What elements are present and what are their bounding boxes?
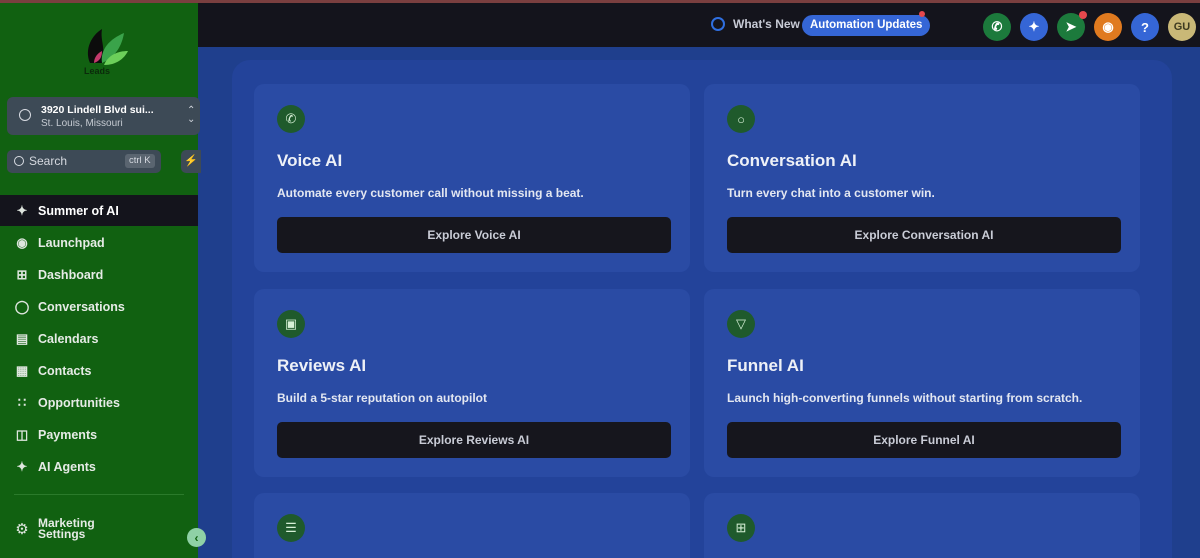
sidebar-item-ai-agents[interactable]: ✦ AI Agents (0, 451, 198, 482)
explore-conversation-ai-button[interactable]: Explore Conversation AI (727, 217, 1121, 253)
whats-new-label: What's New (733, 17, 800, 31)
location-user-icon (19, 109, 31, 121)
sparkle-icon: ✦ (16, 458, 28, 474)
sidebar-divider (14, 494, 184, 495)
card-partial-right: ⊞ (704, 493, 1140, 558)
avatar-initials: GU (1173, 21, 1191, 33)
card-conversation-ai: ○ Conversation AI Turn every chat into a… (704, 84, 1140, 272)
gear-icon: ⚙ (15, 521, 29, 538)
grid-icon: ⊞ (16, 266, 28, 282)
sidebar-item-dashboard[interactable]: ⊞ Dashboard (0, 259, 198, 290)
location-switcher[interactable]: 3920 Lindell Blvd sui... St. Louis, Miss… (7, 97, 200, 135)
card-title: Reviews AI (277, 356, 367, 375)
ai-assistant-button[interactable]: ✦ (1020, 13, 1048, 41)
notification-dot (919, 11, 925, 17)
card-description: Build a 5-star reputation on autopilot (277, 391, 487, 405)
sidebar-item-label: Calendars (38, 331, 99, 346)
sparkle-icon: ✦ (1028, 19, 1040, 34)
network-icon: ∷ (17, 394, 27, 410)
location-name: 3920 Lindell Blvd sui... (41, 104, 154, 116)
card-title: Voice AI (277, 151, 343, 170)
chevron-left-icon: ‹ (194, 530, 199, 545)
phone-icon: ✆ (991, 19, 1003, 34)
sidebar: Leads 3920 Lindell Blvd sui... St. Louis… (0, 0, 201, 558)
search-icon (14, 156, 24, 166)
automation-updates-badge[interactable]: Automation Updates (802, 15, 931, 36)
sidebar-item-contacts[interactable]: ▦ Contacts (0, 355, 198, 386)
chat-bubble-icon: ○ (727, 105, 755, 133)
notification-dot (1079, 11, 1087, 19)
sidebar-item-label: Payments (38, 427, 98, 442)
sidebar-item-payments[interactable]: ◫ Payments (0, 419, 198, 450)
sidebar-item-label: Opportunities (38, 395, 120, 410)
funnel-icon: ▽ (727, 310, 755, 338)
phone-icon: ✆ (277, 105, 305, 133)
card-description: Launch high-converting funnels without s… (727, 391, 1083, 405)
calendar-icon: ▤ (15, 330, 29, 346)
card-funnel-ai: ▽ Funnel AI Launch high-converting funne… (704, 289, 1140, 477)
sidebar-item-label: Launchpad (38, 235, 105, 250)
card-voice-ai: ✆ Voice AI Automate every customer call … (254, 84, 690, 272)
sidebar-item-calendars[interactable]: ▤ Calendars (0, 323, 198, 354)
sidebar-item-label: AI Agents (38, 459, 96, 474)
bell-icon: ◉ (1102, 19, 1114, 34)
user-avatar[interactable]: GU (1168, 13, 1196, 41)
rocket-icon: ◉ (16, 234, 28, 250)
explore-voice-ai-button[interactable]: Explore Voice AI (277, 217, 671, 253)
sidebar-item-label: Marketing Settings (38, 516, 95, 541)
card-title: Conversation AI (727, 151, 857, 170)
lightning-icon: ⚡ (184, 155, 198, 167)
sidebar-item-summer-of-ai[interactable]: ✦ Summer of AI (0, 195, 198, 226)
sidebar-collapse-button[interactable]: ‹ (187, 528, 206, 547)
whats-new-icon (711, 17, 725, 31)
sidebar-item-marketing-settings[interactable]: ⚙ Marketing Settings (14, 516, 108, 541)
phone-button[interactable]: ✆ (983, 13, 1011, 41)
checklist-icon: ☰ (277, 514, 305, 542)
megaphone-icon: ➤ (1065, 19, 1077, 34)
chevron-updown-icon: ⌃ ⌄ (187, 105, 196, 125)
search-input[interactable]: Search ctrl K (7, 150, 161, 173)
logo-text: Leads (84, 66, 111, 76)
review-message-icon: ▣ (277, 310, 305, 338)
sidebar-item-conversations[interactable]: ◯ Conversations (0, 291, 198, 322)
explore-funnel-ai-button[interactable]: Explore Funnel AI (727, 422, 1121, 458)
location-city: St. Louis, Missouri (41, 118, 123, 129)
card-title: Funnel AI (727, 356, 804, 375)
search-shortcut: ctrl K (125, 154, 155, 168)
sidebar-item-launchpad[interactable]: ◉ Launchpad (0, 227, 198, 258)
chat-bubble-icon: ◯ (14, 298, 30, 314)
card-reviews-ai: ▣ Reviews AI Build a 5-star reputation o… (254, 289, 690, 477)
card-description: Turn every chat into a customer win. (727, 186, 935, 200)
sparkle-icon: ✦ (16, 202, 28, 218)
help-button[interactable]: ? (1131, 13, 1159, 41)
card-description: Automate every customer call without mis… (277, 186, 584, 200)
notifications-button[interactable]: ◉ (1094, 13, 1122, 41)
contacts-book-icon: ▦ (15, 362, 29, 378)
sidebar-item-opportunities[interactable]: ∷ Opportunities (0, 387, 198, 418)
help-icon: ? (1141, 19, 1149, 35)
whats-new-link[interactable]: What's New (711, 17, 800, 31)
sitemap-icon: ⊞ (727, 514, 755, 542)
receipt-icon: ◫ (15, 426, 29, 442)
announcements-button[interactable]: ➤ (1057, 11, 1087, 41)
card-partial-left: ☰ (254, 493, 690, 558)
quick-actions-button[interactable]: ⚡ (181, 150, 201, 173)
explore-reviews-ai-button[interactable]: Explore Reviews AI (277, 422, 671, 458)
search-label: Search (29, 154, 68, 168)
sidebar-item-label: Summer of AI (38, 203, 119, 218)
sidebar-item-label: Contacts (38, 363, 92, 378)
sidebar-item-label: Dashboard (38, 267, 104, 282)
sidebar-item-label: Conversations (38, 299, 125, 314)
